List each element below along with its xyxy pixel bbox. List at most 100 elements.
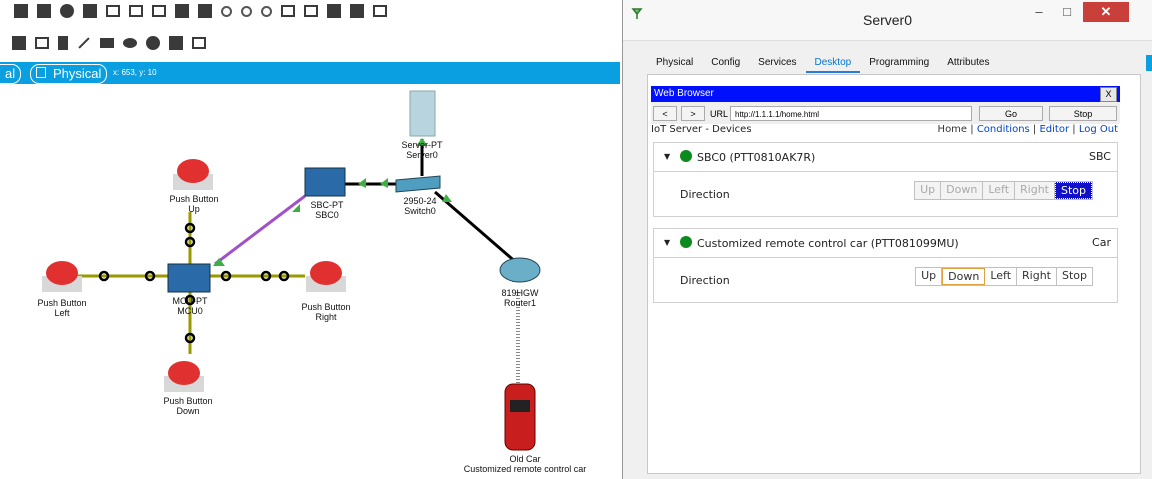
line-icon[interactable] — [78, 37, 90, 49]
status-dot-icon — [680, 150, 692, 162]
activity-icon[interactable] — [152, 5, 166, 17]
device-card-car: ▼ Customized remote control car (PTT0810… — [653, 228, 1118, 303]
conditions-link[interactable]: Conditions — [977, 124, 1030, 135]
tab-physical[interactable]: Physical — [647, 55, 702, 73]
left-button[interactable]: Left — [985, 268, 1018, 285]
left-button[interactable]: Left — [983, 182, 1016, 199]
ellipse-icon[interactable] — [123, 38, 137, 48]
server-tabs: Physical Config Services Desktop Program… — [647, 55, 998, 73]
direction-label: Direction — [680, 274, 730, 287]
zoom-in-icon[interactable] — [221, 5, 232, 17]
workspace-mode-bar: al Physical x: 653, y: 10 — [0, 62, 620, 84]
direction-controls: Up Down Left Right Stop — [914, 181, 1093, 200]
logical-workspace[interactable]: Server-PT Server0 SBC-PT SBC0 2950-24 Switc… — [0, 84, 620, 479]
tab-attributes[interactable]: Attributes — [938, 55, 998, 73]
device-card-body: Direction Up Down Left Right Stop — [654, 172, 1117, 216]
copy-icon[interactable] — [175, 4, 189, 18]
push-button-right-icon — [306, 261, 346, 292]
switch-device-icon — [395, 175, 441, 193]
browser-close-button[interactable]: X — [1100, 87, 1117, 102]
tab-programming[interactable]: Programming — [860, 55, 938, 73]
drawing-toolbar — [12, 32, 206, 54]
push-button-down-icon — [164, 361, 204, 392]
down-button[interactable]: Down — [942, 268, 986, 285]
device-type: Car — [1092, 236, 1111, 249]
rectangle-icon[interactable] — [100, 38, 114, 48]
print-icon[interactable] — [83, 4, 97, 18]
stop-button[interactable]: Stop — [1049, 106, 1117, 121]
freeform-icon[interactable] — [146, 36, 160, 50]
tab-services[interactable]: Services — [749, 55, 805, 73]
delete-icon[interactable] — [12, 36, 26, 50]
window-titlebar[interactable]: Server0 – □ ✕ — [623, 0, 1152, 41]
mcu-device-icon — [167, 263, 211, 293]
up-button[interactable]: Up — [916, 268, 943, 285]
complex-pdu-icon[interactable] — [192, 37, 206, 49]
simple-pdu-icon[interactable] — [169, 36, 183, 50]
background-bar-strip — [1146, 55, 1152, 71]
minimize-button[interactable]: – — [1027, 2, 1051, 22]
url-input[interactable]: http://1.1.1.1/home.html — [730, 106, 972, 121]
stop-direction-button[interactable]: Stop — [1054, 182, 1092, 199]
router-device-icon — [499, 257, 541, 283]
tab-config[interactable]: Config — [702, 55, 749, 73]
save-icon[interactable] — [60, 4, 74, 18]
router-label: 819HGW Router1 — [501, 288, 539, 308]
push-button-up-label: Push Button Up — [169, 194, 219, 214]
direction-controls: Up Down Left Right Stop — [915, 267, 1093, 286]
new-icon[interactable] — [14, 4, 28, 18]
device-template-icon[interactable] — [304, 5, 318, 17]
status-dot-icon — [680, 236, 692, 248]
stop-direction-button[interactable]: Stop — [1056, 268, 1092, 285]
cursor-coordinates: x: 653, y: 10 — [113, 68, 157, 77]
tab-desktop[interactable]: Desktop — [805, 55, 861, 73]
caret-down-icon[interactable]: ▼ — [664, 238, 670, 247]
device-type: SBC — [1088, 150, 1111, 163]
note-icon[interactable] — [58, 36, 68, 50]
home-link[interactable]: Home — [938, 124, 968, 135]
up-button[interactable]: Up — [915, 182, 942, 199]
server-label: Server-PT Server0 — [401, 140, 443, 160]
right-button[interactable]: Right — [1017, 268, 1057, 285]
device-card-header[interactable]: ▼ SBC0 (PTT0810AK7R) SBC — [654, 143, 1117, 172]
maximize-button[interactable]: □ — [1055, 2, 1079, 22]
logical-mode-tab[interactable]: al — [0, 64, 22, 84]
server-window: Server0 – □ ✕ Physical Config Services D… — [622, 0, 1152, 479]
right-button[interactable]: Right — [1015, 182, 1055, 199]
physical-view-icon — [36, 67, 46, 78]
zoom-out-icon[interactable] — [261, 5, 272, 17]
browser-title: Web Browser — [654, 88, 714, 99]
car-label: Old Car Customized remote control car — [463, 454, 587, 474]
page-nav: Home | Conditions | Editor | Log Out — [937, 124, 1118, 135]
network-info-icon[interactable] — [129, 5, 143, 17]
back-button[interactable]: < — [653, 106, 677, 121]
forward-button[interactable]: > — [681, 106, 705, 121]
editor-link[interactable]: Editor — [1039, 124, 1069, 135]
device-card-header[interactable]: ▼ Customized remote control car (PTT0810… — [654, 229, 1117, 258]
close-button[interactable]: ✕ — [1083, 2, 1129, 22]
screenshot-icon[interactable] — [373, 5, 387, 17]
caret-down-icon[interactable]: ▼ — [664, 152, 670, 161]
direction-label: Direction — [680, 188, 730, 201]
link-sbc-mcu — [214, 194, 306, 266]
zoom-reset-icon[interactable] — [241, 5, 252, 17]
push-button-left-icon — [42, 261, 82, 292]
open-icon[interactable] — [37, 4, 51, 18]
device-card-body: Direction Up Down Left Right Stop — [654, 258, 1117, 302]
logout-link[interactable]: Log Out — [1079, 124, 1118, 135]
browser-nav-row: < > URL http://1.1.1.1/home.html Go Stop — [651, 105, 1120, 123]
palette-icon[interactable] — [281, 5, 295, 17]
select-icon[interactable] — [35, 37, 49, 49]
wizard-icon[interactable] — [106, 5, 120, 17]
mcu-label: MCU-PT MCU0 — [172, 296, 208, 316]
push-button-up-icon — [173, 159, 213, 190]
server-device-icon — [409, 90, 436, 137]
device-name: SBC0 (PTT0810AK7R) — [697, 151, 816, 164]
down-button[interactable]: Down — [941, 182, 984, 199]
go-button[interactable]: Go — [979, 106, 1043, 121]
custom-device-icon[interactable] — [327, 4, 341, 18]
pdu-icon[interactable] — [350, 4, 364, 18]
page-title: IoT Server - Devices — [651, 124, 752, 135]
main-toolbar — [14, 0, 387, 22]
paste-icon[interactable] — [198, 4, 212, 18]
